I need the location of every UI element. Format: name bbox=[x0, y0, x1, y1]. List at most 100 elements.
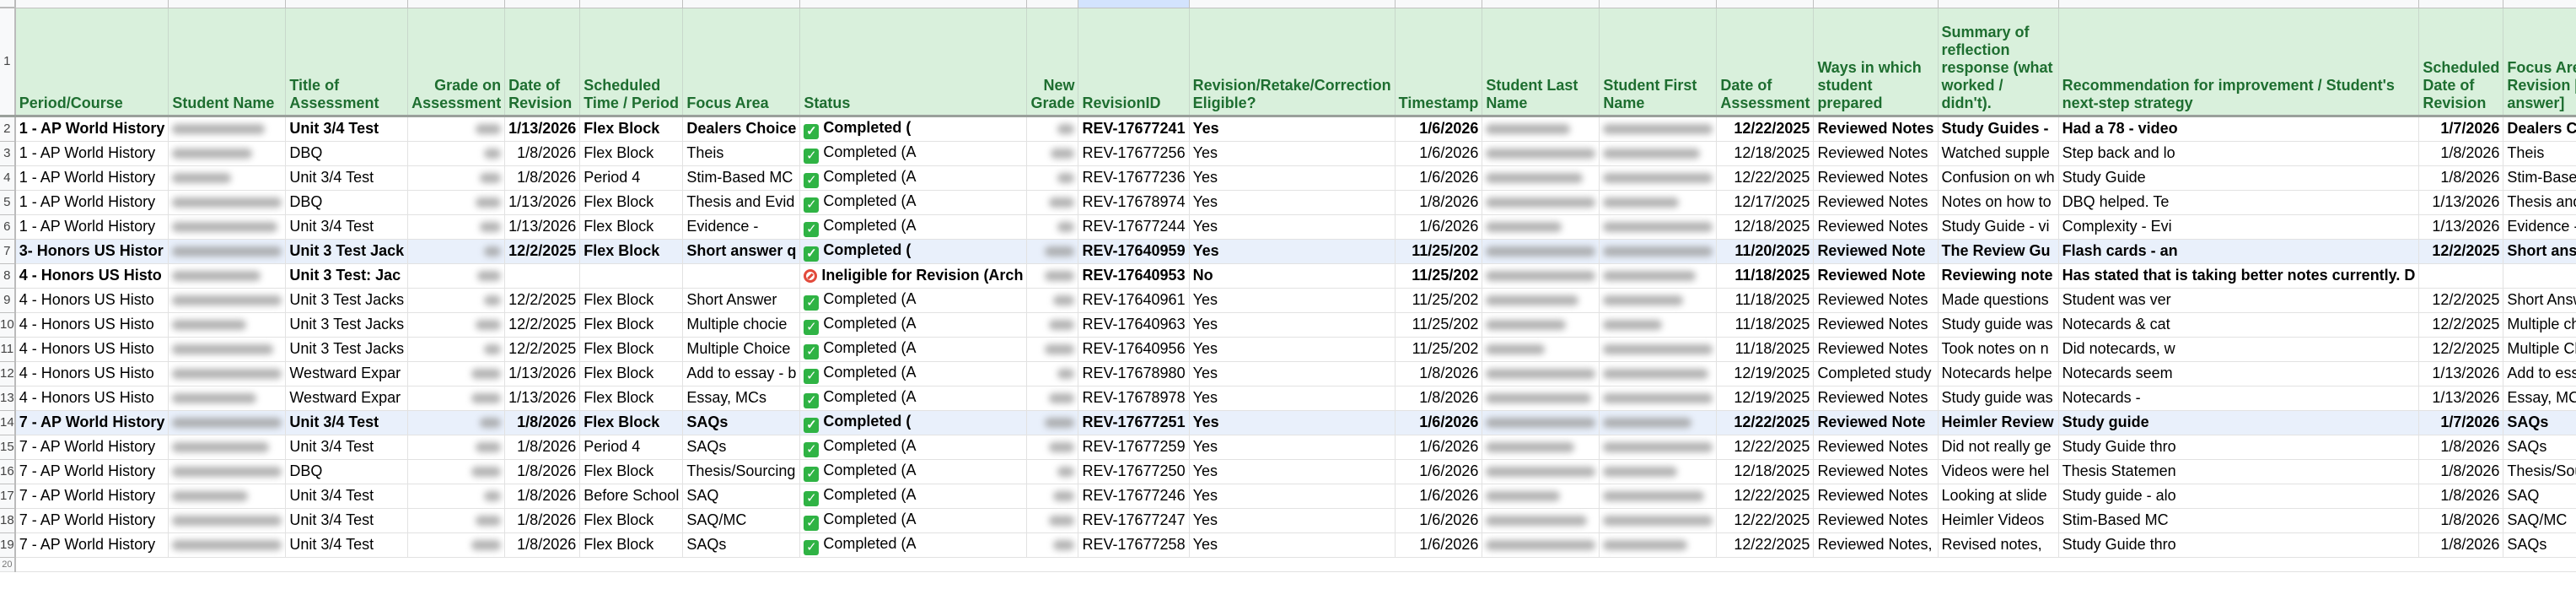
empty-cell[interactable] bbox=[1716, 557, 1814, 572]
row-number[interactable]: 13 bbox=[0, 386, 16, 411]
focus-area-cell[interactable] bbox=[682, 263, 801, 289]
focus-area-cell[interactable]: SAQs bbox=[682, 532, 801, 558]
grade-cell[interactable] bbox=[407, 410, 506, 435]
empty-cell[interactable] bbox=[579, 557, 683, 572]
column-letter-header[interactable] bbox=[2058, 0, 2420, 8]
new-grade-cell[interactable] bbox=[1026, 459, 1079, 484]
focus-area-revision-cell[interactable] bbox=[2503, 263, 2576, 289]
reflection-summary-cell[interactable]: Study guide was bbox=[1938, 312, 2059, 338]
date-of-revision-cell[interactable]: 1/8/2026 bbox=[504, 165, 581, 191]
ways-prepared-cell[interactable]: Reviewed Notes bbox=[1813, 386, 1939, 411]
student-name-cell[interactable] bbox=[168, 410, 287, 435]
date-of-revision-cell[interactable]: 12/2/2025 bbox=[504, 312, 581, 338]
focus-area-cell[interactable]: Evidence - bbox=[682, 214, 801, 240]
student-name-cell[interactable] bbox=[168, 263, 287, 289]
column-title[interactable]: Student Last Name bbox=[1482, 8, 1600, 117]
empty-cell[interactable] bbox=[504, 557, 580, 572]
date-of-revision-cell[interactable]: 1/8/2026 bbox=[504, 459, 581, 484]
date-of-assessment-cell[interactable]: 12/22/2025 bbox=[1716, 410, 1815, 435]
date-of-revision-cell[interactable]: 1/13/2026 bbox=[504, 190, 581, 215]
column-letter-header[interactable] bbox=[285, 0, 409, 8]
student-last-name-cell[interactable] bbox=[1482, 459, 1600, 484]
ways-prepared-cell[interactable]: Reviewed Notes bbox=[1813, 214, 1939, 240]
grade-cell[interactable] bbox=[407, 459, 506, 484]
period-course-cell[interactable]: 7 - AP World History bbox=[14, 410, 169, 435]
status-cell[interactable]: ✓ Completed ( bbox=[799, 239, 1028, 264]
scheduled-date-cell[interactable]: 1/8/2026 bbox=[2418, 459, 2504, 484]
status-cell[interactable]: ✓ Completed (A bbox=[799, 337, 1028, 362]
recommendation-cell[interactable]: Notecards seem bbox=[2058, 361, 2420, 386]
student-name-cell[interactable] bbox=[168, 435, 287, 460]
column-title[interactable]: Recommendation for improvement / Student… bbox=[2058, 8, 2420, 117]
assessment-title-cell[interactable]: Unit 3/4 Test bbox=[285, 508, 409, 533]
date-of-revision-cell[interactable]: 1/13/2026 bbox=[504, 361, 581, 386]
revision-id-cell[interactable]: REV-17677241 bbox=[1078, 116, 1190, 142]
timestamp-cell[interactable]: 1/6/2026 bbox=[1395, 532, 1483, 558]
new-grade-cell[interactable] bbox=[1026, 239, 1079, 264]
eligible-cell[interactable]: Yes bbox=[1189, 288, 1396, 313]
student-last-name-cell[interactable] bbox=[1482, 239, 1600, 264]
student-first-name-cell[interactable] bbox=[1599, 263, 1718, 289]
revision-id-cell[interactable]: REV-17640963 bbox=[1078, 312, 1190, 338]
reflection-summary-cell[interactable]: Heimler Videos bbox=[1938, 508, 2059, 533]
scheduled-time-cell[interactable]: Flex Block bbox=[579, 214, 684, 240]
student-name-cell[interactable] bbox=[168, 239, 287, 264]
scheduled-date-cell[interactable]: 1/13/2026 bbox=[2418, 386, 2504, 411]
date-of-revision-cell[interactable]: 1/8/2026 bbox=[504, 435, 581, 460]
assessment-title-cell[interactable]: Unit 3/4 Test bbox=[285, 116, 409, 142]
column-title[interactable]: Student Name bbox=[168, 8, 287, 117]
revision-id-cell[interactable]: REV-17640956 bbox=[1078, 337, 1190, 362]
period-course-cell[interactable]: 1 - AP World History bbox=[14, 116, 169, 142]
focus-area-cell[interactable]: Theis bbox=[682, 141, 801, 166]
eligible-cell[interactable]: Yes bbox=[1189, 141, 1396, 166]
timestamp-cell[interactable]: 1/6/2026 bbox=[1395, 508, 1483, 533]
period-course-cell[interactable]: 4 - Honors US Histo bbox=[14, 361, 169, 386]
grade-cell[interactable] bbox=[407, 508, 506, 533]
focus-area-cell[interactable]: Add to essay - b bbox=[682, 361, 801, 386]
scheduled-date-cell[interactable]: 1/8/2026 bbox=[2418, 532, 2504, 558]
new-grade-cell[interactable] bbox=[1026, 386, 1079, 411]
row-number[interactable]: 10 bbox=[0, 312, 16, 338]
scheduled-time-cell[interactable]: Flex Block bbox=[579, 141, 684, 166]
status-cell[interactable]: ✓ Completed (A bbox=[799, 532, 1028, 558]
assessment-title-cell[interactable]: Unit 3/4 Test bbox=[285, 165, 409, 191]
status-cell[interactable]: ✓ Completed (A bbox=[799, 435, 1028, 460]
student-name-cell[interactable] bbox=[168, 190, 287, 215]
new-grade-cell[interactable] bbox=[1026, 532, 1079, 558]
row-number[interactable]: 16 bbox=[0, 459, 16, 484]
revision-id-cell[interactable]: REV-17640961 bbox=[1078, 288, 1190, 313]
student-last-name-cell[interactable] bbox=[1482, 190, 1600, 215]
new-grade-cell[interactable] bbox=[1026, 263, 1079, 289]
student-name-cell[interactable] bbox=[168, 116, 287, 142]
student-last-name-cell[interactable] bbox=[1482, 263, 1600, 289]
focus-area-revision-cell[interactable]: Thesis and Evidenc bbox=[2503, 190, 2576, 215]
period-course-cell[interactable]: 7 - AP World History bbox=[14, 508, 169, 533]
student-first-name-cell[interactable] bbox=[1599, 312, 1718, 338]
eligible-cell[interactable]: Yes bbox=[1189, 532, 1396, 558]
revision-id-cell[interactable]: REV-17677251 bbox=[1078, 410, 1190, 435]
student-first-name-cell[interactable] bbox=[1599, 337, 1718, 362]
reflection-summary-cell[interactable]: Notes on how to bbox=[1938, 190, 2059, 215]
date-of-assessment-cell[interactable]: 12/18/2025 bbox=[1716, 141, 1815, 166]
row-number[interactable]: 17 bbox=[0, 484, 16, 509]
grade-cell[interactable] bbox=[407, 239, 506, 264]
row-number[interactable]: 19 bbox=[0, 532, 16, 558]
focus-area-revision-cell[interactable]: SAQs bbox=[2503, 410, 2576, 435]
recommendation-cell[interactable]: Did notecards, w bbox=[2058, 337, 2420, 362]
recommendation-cell[interactable]: Thesis Statemen bbox=[2058, 459, 2420, 484]
empty-cell[interactable] bbox=[407, 557, 505, 572]
timestamp-cell[interactable]: 1/6/2026 bbox=[1395, 214, 1483, 240]
column-letter-header[interactable] bbox=[1813, 0, 1939, 8]
eligible-cell[interactable]: Yes bbox=[1189, 386, 1396, 411]
student-last-name-cell[interactable] bbox=[1482, 165, 1600, 191]
row-number[interactable]: 3 bbox=[0, 141, 16, 166]
grade-cell[interactable] bbox=[407, 288, 506, 313]
reflection-summary-cell[interactable]: Notecards helpe bbox=[1938, 361, 2059, 386]
scheduled-date-cell[interactable]: 1/8/2026 bbox=[2418, 484, 2504, 509]
column-letter-header[interactable] bbox=[1716, 0, 1815, 8]
date-of-assessment-cell[interactable]: 12/19/2025 bbox=[1716, 361, 1815, 386]
revision-id-cell[interactable]: REV-17678980 bbox=[1078, 361, 1190, 386]
revision-id-cell[interactable]: REV-17640953 bbox=[1078, 263, 1190, 289]
column-title[interactable]: Summary of reflection response (what wor… bbox=[1938, 8, 2059, 117]
empty-cell[interactable] bbox=[1395, 557, 1482, 572]
